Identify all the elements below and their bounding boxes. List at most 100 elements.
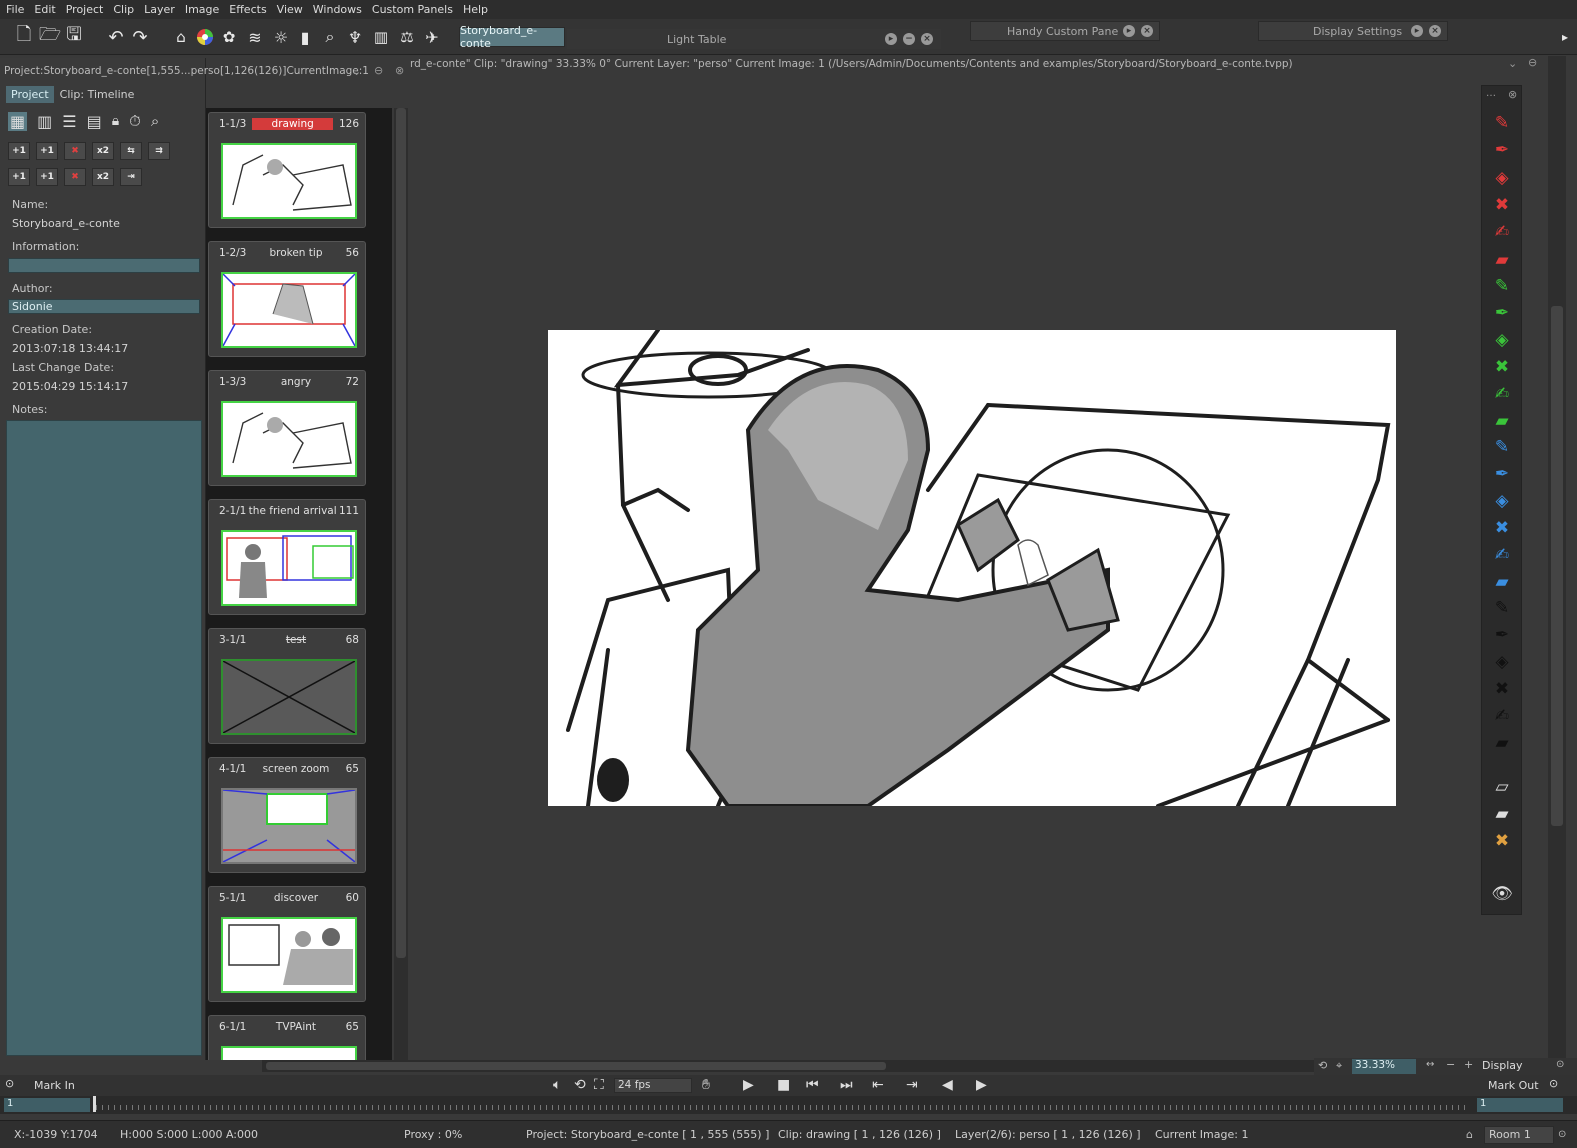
menu-clip[interactable]: Clip xyxy=(111,3,142,16)
stop-icon[interactable]: ■ xyxy=(777,1077,790,1093)
add-shot-before-button[interactable]: +1 xyxy=(8,168,30,186)
timeline-end-field[interactable]: 1 xyxy=(1477,1098,1563,1112)
timeline-ruler[interactable]: 1 1 xyxy=(0,1096,1577,1114)
center-icon[interactable]: ⌖ xyxy=(1336,1059,1342,1073)
menu-image[interactable]: Image xyxy=(183,3,227,16)
clip-card-6[interactable]: 4-1/1 screen zoom 65 xyxy=(208,757,366,873)
red-shape-icon[interactable]: ◈ xyxy=(1490,167,1514,189)
undo-icon[interactable]: ↶ xyxy=(104,25,128,49)
zoom-out-icon[interactable]: − xyxy=(1446,1058,1455,1071)
split-shot-icon[interactable]: ⇥ xyxy=(120,168,142,186)
scroll-thumb[interactable] xyxy=(1551,306,1563,826)
eye-icon[interactable]: 👁︎ xyxy=(1490,883,1514,905)
red-brush-icon[interactable]: ✍ xyxy=(1490,221,1514,243)
menu-edit[interactable]: Edit xyxy=(32,3,63,16)
display-settings-pane[interactable]: Display Settings ▸ × xyxy=(1258,21,1448,41)
green-marker-icon[interactable]: ▰ xyxy=(1490,410,1514,432)
next-key-icon[interactable]: ⇥ xyxy=(906,1077,918,1093)
panel-minimize-icon[interactable]: ⊖ xyxy=(374,64,383,77)
green-brush-icon[interactable]: ✍ xyxy=(1490,383,1514,405)
green-shape-icon[interactable]: ◈ xyxy=(1490,329,1514,351)
brush-icon[interactable]: ✿ xyxy=(218,25,240,49)
clip-card-3[interactable]: 1-3/3 angry 72 xyxy=(208,370,366,486)
clip-card-2[interactable]: 1-2/3 broken tip 56 xyxy=(208,241,366,357)
scroll-thumb[interactable] xyxy=(266,1062,886,1070)
play-icon[interactable]: ▶ xyxy=(743,1077,754,1093)
mark-out-toggle-icon[interactable]: ⊙ xyxy=(1549,1077,1558,1090)
black-pencil-icon[interactable]: ✎ xyxy=(1490,597,1514,619)
name-value[interactable]: Storyboard_e-conte xyxy=(12,217,120,230)
red-marker-icon[interactable]: ▰ xyxy=(1490,249,1514,271)
color-wheel-icon[interactable] xyxy=(194,25,216,49)
white-marker-icon[interactable]: ▰ xyxy=(1490,803,1514,825)
black-eraser-cross-icon[interactable]: ✖ xyxy=(1490,678,1514,700)
menu-view[interactable]: View xyxy=(275,3,311,16)
duplicate-shot-button[interactable]: x2 xyxy=(92,168,114,186)
viewport-horizontal-scrollbar[interactable] xyxy=(262,1060,1314,1072)
blue-brush-icon[interactable]: ✍ xyxy=(1490,544,1514,566)
black-pen-icon[interactable]: ✒ xyxy=(1490,624,1514,646)
close-icon[interactable]: × xyxy=(1141,25,1153,37)
blue-shape-icon[interactable]: ◈ xyxy=(1490,490,1514,512)
drawing-canvas[interactable] xyxy=(548,330,1396,806)
zoom-value[interactable]: 33.33% xyxy=(1352,1059,1416,1074)
green-pencil-icon[interactable]: ✎ xyxy=(1490,275,1514,297)
blue-pencil-icon[interactable]: ✎ xyxy=(1490,436,1514,458)
multicolor-cross-icon[interactable]: ✖ xyxy=(1490,830,1514,852)
panel-close-icon[interactable]: ⊗ xyxy=(395,64,404,77)
toolbar-overflow-icon[interactable]: ▸ xyxy=(1556,25,1574,49)
new-file-icon[interactable]: 🗋 xyxy=(12,24,36,49)
clip-card-8[interactable]: 6-1/1 TVPAint 65 xyxy=(208,1015,366,1060)
sound-icon[interactable]: 🔈︎ xyxy=(553,1077,561,1093)
strip-close-icon[interactable]: ⊗ xyxy=(1508,88,1517,101)
scroll-thumb[interactable] xyxy=(396,108,406,958)
menu-help[interactable]: Help xyxy=(461,3,496,16)
expand-icon[interactable]: ▸ xyxy=(885,33,897,45)
delete-shot-button[interactable]: ✖ xyxy=(64,168,86,186)
display-dropdown-icon[interactable]: ⊙ xyxy=(1556,1059,1564,1070)
loop-icon[interactable]: ⟲ xyxy=(574,1077,586,1093)
menu-custom-panels[interactable]: Custom Panels xyxy=(370,3,461,16)
timeline-view-icon[interactable]: ▤ xyxy=(87,112,102,131)
timeline-start-field[interactable]: 1 xyxy=(4,1098,90,1112)
room-dropdown-icon[interactable]: ⊙ xyxy=(1558,1129,1566,1140)
hand-tool-icon[interactable]: ✋︎ xyxy=(702,1077,710,1093)
add-clip-before-button[interactable]: +1 xyxy=(8,142,30,160)
red-pen-icon[interactable]: ✒ xyxy=(1490,139,1514,161)
clip-list-scrollbar[interactable] xyxy=(394,108,408,1060)
viewport-minimize-icon[interactable]: ⊖ xyxy=(1528,56,1537,69)
menu-file[interactable]: File xyxy=(4,3,32,16)
fit-icon[interactable]: ↔ xyxy=(1426,1059,1434,1070)
red-eraser-cross-icon[interactable]: ✖ xyxy=(1490,194,1514,216)
graph-icon[interactable]: ⚖ xyxy=(396,25,418,49)
duplicate-clip-button[interactable]: x2 xyxy=(92,142,114,160)
paper-plane-icon[interactable]: ✈ xyxy=(420,25,444,49)
viewport-vertical-scrollbar[interactable] xyxy=(1548,56,1566,1060)
mark-in-label[interactable]: Mark In xyxy=(34,1079,75,1092)
menu-windows[interactable]: Windows xyxy=(311,3,370,16)
mark-in-toggle-icon[interactable]: ⊙ xyxy=(5,1077,14,1090)
timeline-icon[interactable]: ▮ xyxy=(296,25,314,49)
clip-card-1[interactable]: 1-1/3 drawing 126 xyxy=(208,112,366,228)
stopwatch-icon[interactable]: ⏱︎ xyxy=(129,112,141,130)
playhead[interactable] xyxy=(93,1096,96,1112)
list-view-icon[interactable]: ☰ xyxy=(62,112,76,131)
prev-key-icon[interactable]: ⇤ xyxy=(872,1077,884,1093)
layers-icon[interactable]: ≋ xyxy=(244,25,266,49)
lock-icon[interactable]: 🔒︎ xyxy=(112,113,119,129)
clip-card-5[interactable]: 3-1/1 test 68 xyxy=(208,628,366,744)
redo-icon[interactable]: ↷ xyxy=(128,25,152,49)
menu-effects[interactable]: Effects xyxy=(227,3,274,16)
save-icon[interactable]: 🖫 xyxy=(62,24,86,49)
light-table-pane[interactable]: Light Table ▸ − × xyxy=(567,29,941,49)
expand-icon[interactable]: ▸ xyxy=(1123,25,1135,37)
handy-custom-pane[interactable]: Handy Custom Pane ▸ × xyxy=(970,21,1160,41)
delete-clip-button[interactable]: ✖ xyxy=(64,142,86,160)
information-field[interactable] xyxy=(8,258,200,273)
merge-clip-icon[interactable]: ⇉ xyxy=(148,142,170,160)
search-icon[interactable]: ⌕ xyxy=(318,25,342,49)
search-icon[interactable]: ⌕ xyxy=(151,112,159,130)
panel-menu-icon[interactable]: ⌄ xyxy=(352,65,361,78)
move-clip-icon[interactable]: ⇆ xyxy=(120,142,142,160)
room-select[interactable]: Room 1 xyxy=(1484,1125,1554,1144)
